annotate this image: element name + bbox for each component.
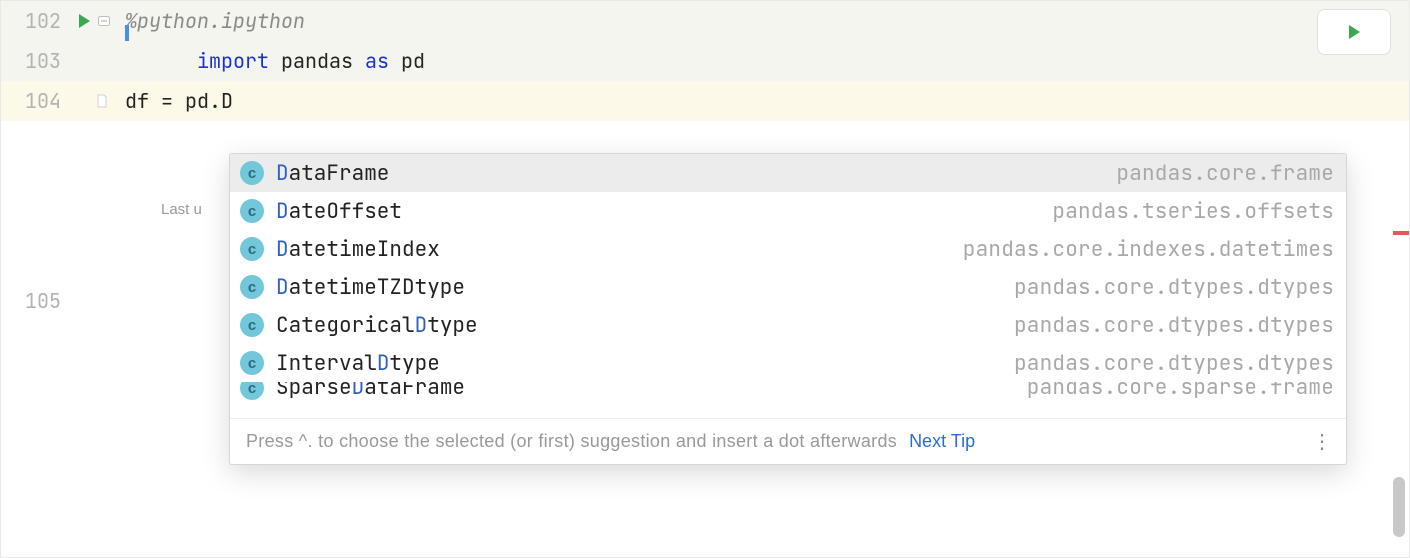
alias-name: pd xyxy=(401,48,425,74)
completion-item[interactable]: c DatetimeTZDtype pandas.core.dtypes.dtype… xyxy=(230,268,1346,306)
class-badge-icon: c xyxy=(240,313,264,337)
line-number: 102 xyxy=(1,8,69,34)
class-badge-icon: c xyxy=(240,161,264,185)
line-number: 105 xyxy=(1,288,69,314)
completion-symbol: SparseDataFrame xyxy=(276,382,465,401)
completion-symbol: DatetimeIndex xyxy=(276,236,440,263)
completion-module: pandas.core.dtypes.dtypes xyxy=(1014,312,1334,339)
keyword-as: as xyxy=(365,48,389,74)
class-badge-icon: c xyxy=(240,199,264,223)
completion-popup: c DataFrame pandas.core.frame c DateOffset pa… xyxy=(229,153,1347,465)
completion-symbol: DateOffset xyxy=(276,198,402,225)
last-updated-label: Last u xyxy=(161,201,202,218)
completion-module: pandas.tseries.offsets xyxy=(1052,198,1334,225)
keyword-import: import xyxy=(197,48,269,74)
completion-module: pandas.core.frame xyxy=(1116,160,1334,187)
code-line-current[interactable]: 104 df = pd.D xyxy=(1,81,1409,121)
completion-module: pandas.core.sparse.frame xyxy=(1027,382,1334,401)
completion-list[interactable]: c DataFrame pandas.core.frame c DateOffset pa… xyxy=(230,154,1346,418)
module-name: pandas xyxy=(281,48,353,74)
code-text: df = pd.D xyxy=(125,88,233,114)
run-cell-button[interactable] xyxy=(1317,9,1391,55)
completion-symbol: DataFrame xyxy=(276,160,389,187)
line-number: 104 xyxy=(1,88,69,114)
fold-minus-icon[interactable] xyxy=(97,12,111,30)
completion-symbol: IntervalDtype xyxy=(276,350,440,377)
completion-symbol: DatetimeTZDtype xyxy=(276,274,465,301)
class-badge-icon: c xyxy=(240,275,264,299)
code-line[interactable]: 103 import pandas as pd xyxy=(1,41,1409,81)
completion-item[interactable]: c CategoricalDtype pandas.core.dtypes.dtyp… xyxy=(230,306,1346,344)
class-badge-icon: c xyxy=(240,237,264,261)
completion-item[interactable]: c IntervalDtype pandas.core.dtypes.dtypes xyxy=(230,344,1346,382)
completion-item-partial[interactable]: c SparseDataFrame pandas.core.sparse.frame xyxy=(230,382,1346,402)
completion-item[interactable]: c DataFrame pandas.core.frame xyxy=(230,154,1346,192)
more-menu-icon[interactable]: ⋮ xyxy=(1312,429,1332,454)
class-badge-icon: c xyxy=(240,351,264,375)
class-badge-icon: c xyxy=(240,382,264,400)
completion-item[interactable]: c DatetimeIndex pandas.core.indexes.dateti… xyxy=(230,230,1346,268)
completion-footer: Press ^. to choose the selected (or firs… xyxy=(230,418,1346,464)
run-cell-gutter-icon[interactable] xyxy=(75,12,93,30)
completion-tip-text: Press ^. to choose the selected (or firs… xyxy=(246,431,897,452)
fold-icon[interactable] xyxy=(95,92,109,110)
completion-module: pandas.core.dtypes.dtypes xyxy=(1014,350,1334,377)
editor-scrollbar[interactable] xyxy=(1393,7,1407,551)
code-editor[interactable]: 102 %python.ipython 103 import pandas as… xyxy=(1,1,1409,557)
completion-module: pandas.core.indexes.datetimes xyxy=(963,236,1334,263)
completion-item[interactable]: c DateOffset pandas.tseries.offsets xyxy=(230,192,1346,230)
completion-symbol: CategoricalDtype xyxy=(276,312,478,339)
completion-module: pandas.core.dtypes.dtypes xyxy=(1014,274,1334,301)
line-number: 103 xyxy=(1,48,69,74)
next-tip-link[interactable]: Next Tip xyxy=(909,431,975,452)
scrollbar-thumb[interactable] xyxy=(1393,477,1405,537)
